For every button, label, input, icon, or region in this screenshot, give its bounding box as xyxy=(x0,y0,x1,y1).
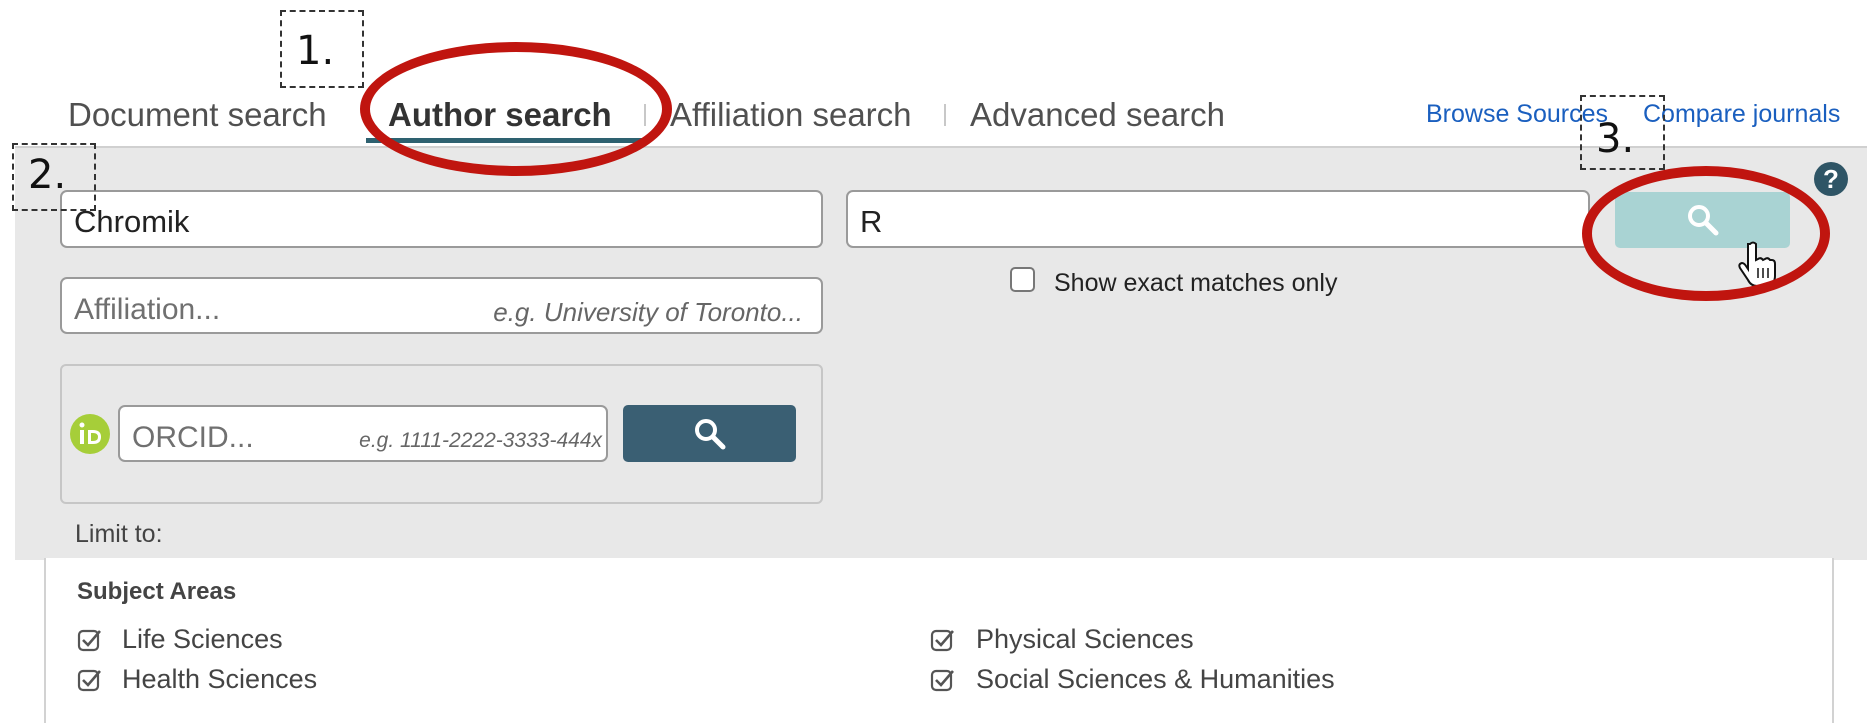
limit-to-label: Limit to: xyxy=(75,520,163,548)
exact-matches-label: Show exact matches only xyxy=(1054,269,1338,297)
compare-journals-link[interactable]: Compare journals xyxy=(1643,100,1840,129)
affiliation-placeholder: Affiliation... xyxy=(74,293,221,326)
affiliation-hint: e.g. University of Toronto... xyxy=(493,297,803,327)
last-name-input[interactable]: Chromik xyxy=(60,190,823,248)
orcid-input[interactable]: ORCID... e.g. 1111-2222-3333-444x xyxy=(118,405,608,462)
social-sciences-checkbox[interactable] xyxy=(930,667,956,693)
tab-affiliation-search[interactable]: Affiliation search xyxy=(670,96,912,134)
annotation-ring-search-button xyxy=(1582,166,1830,301)
orcid-logo-icon xyxy=(70,414,110,454)
exact-matches-checkbox[interactable] xyxy=(1010,267,1035,292)
search-icon xyxy=(694,418,725,449)
health-sciences-checkbox[interactable] xyxy=(77,667,103,693)
tab-separator xyxy=(944,104,946,126)
affiliation-input[interactable]: Affiliation... e.g. University of Toront… xyxy=(60,277,823,334)
life-sciences-label: Life Sciences xyxy=(122,624,283,654)
first-name-value: R xyxy=(860,204,883,239)
health-sciences-label: Health Sciences xyxy=(122,664,318,694)
subject-areas-title: Subject Areas xyxy=(77,578,237,605)
help-icon[interactable]: ? xyxy=(1814,162,1848,196)
tab-document-search[interactable]: Document search xyxy=(68,96,327,134)
first-name-input[interactable]: R xyxy=(846,190,1590,248)
annotation-step-1: 1. xyxy=(296,28,335,74)
physical-sciences-label: Physical Sciences xyxy=(976,624,1194,654)
tab-advanced-search[interactable]: Advanced search xyxy=(970,96,1225,134)
physical-sciences-checkbox[interactable] xyxy=(930,627,956,653)
annotation-step-2: 2. xyxy=(28,152,67,198)
annotation-step-3: 3. xyxy=(1596,116,1635,162)
orcid-search-button[interactable] xyxy=(623,405,796,462)
social-sciences-label: Social Sciences & Humanities xyxy=(976,664,1335,694)
orcid-placeholder: ORCID... xyxy=(132,421,254,454)
annotation-ring-author-tab xyxy=(360,42,672,176)
orcid-hint: e.g. 1111-2222-3333-444x xyxy=(359,429,602,452)
life-sciences-checkbox[interactable] xyxy=(77,627,103,653)
